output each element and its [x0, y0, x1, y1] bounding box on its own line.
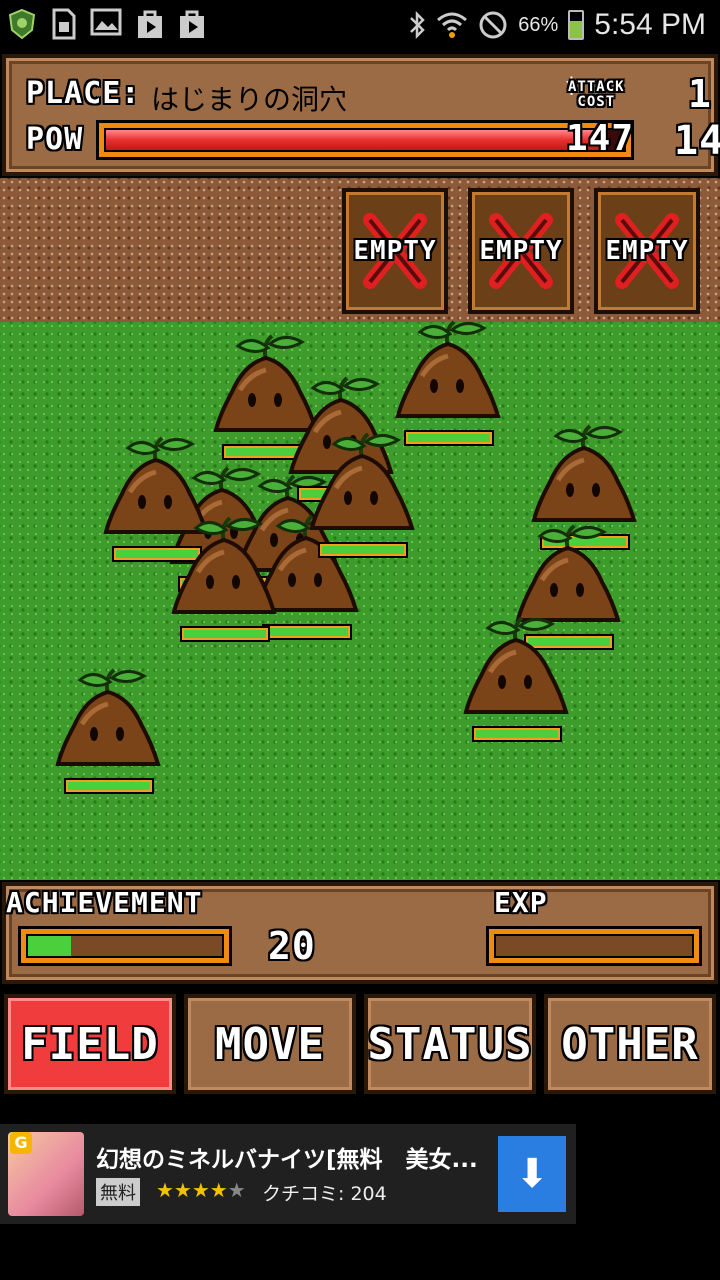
monster-hp-bar — [472, 726, 562, 742]
ad-review-count: クチコミ: 204 — [262, 1183, 387, 1205]
monster-hp-bar — [180, 626, 270, 642]
monster-hp-bar — [64, 778, 154, 794]
sim-card-icon — [48, 8, 80, 40]
wifi-icon — [437, 12, 468, 38]
download-icon[interactable]: ⬇ — [498, 1136, 566, 1212]
sprout-monster[interactable] — [306, 428, 418, 558]
pow-label: POW — [26, 122, 84, 157]
battery-percent: 66% — [518, 13, 559, 36]
play-store-icon — [134, 8, 166, 40]
attack-cost-max: 14 — [674, 118, 720, 164]
ad-banner[interactable]: G 幻想のミネルバナイツ[無料 美女... 無料 ★★★★★ クチコミ: 204… — [0, 1124, 576, 1224]
party-slot[interactable]: EMPTY — [342, 188, 448, 314]
clock: 5:54 PM — [594, 8, 706, 41]
image-icon — [90, 8, 122, 40]
attack-cost-label: ATTACK COST — [568, 79, 625, 110]
tab-status[interactable]: STATUS — [364, 994, 536, 1094]
slot-label: EMPTY — [605, 236, 689, 266]
ad-free-badge: 無料 — [96, 1178, 140, 1206]
no-sound-icon — [479, 11, 507, 39]
tab-other[interactable]: OTHER — [544, 994, 716, 1094]
sprout-monster[interactable] — [392, 316, 504, 446]
party-slot[interactable]: EMPTY — [594, 188, 700, 314]
header-panel: PLACE: はじまりの洞穴 POW 147 † ATTACK COST 1 1… — [2, 54, 720, 176]
bluetooth-icon — [410, 10, 426, 40]
tab-field[interactable]: FIELD — [4, 994, 176, 1094]
achievement-label: ACHIEVEMENT — [6, 886, 203, 919]
battery-icon — [568, 10, 585, 40]
sprout-monster[interactable] — [460, 612, 572, 742]
place-name: はじまりの洞穴 — [151, 83, 348, 116]
slot-label: EMPTY — [479, 236, 563, 266]
ad-logo-icon: G — [10, 1132, 32, 1154]
play-store-icon — [176, 8, 208, 40]
pow-value: 147 — [566, 118, 635, 159]
sprout-monster[interactable] — [52, 664, 164, 794]
exp-label: EXP — [494, 886, 548, 919]
pow-bar-fill — [106, 130, 609, 150]
monster-hp-bar — [318, 542, 408, 558]
achievement-value: 20 — [268, 924, 316, 968]
monster-hp-bar — [404, 430, 494, 446]
party-slot[interactable]: EMPTY — [468, 188, 574, 314]
shield-app-icon — [6, 8, 38, 40]
exp-bar — [486, 926, 702, 966]
status-bar: 66% 5:54 PM — [0, 0, 720, 50]
pow-bar — [96, 120, 634, 160]
achievement-bar — [18, 926, 232, 966]
sprout-monster[interactable] — [168, 512, 280, 642]
place-label: PLACE: — [26, 76, 141, 111]
ad-rating-stars: ★★★★★ — [156, 1178, 246, 1202]
ad-title: 幻想のミネルバナイツ[無料 美女... — [96, 1147, 478, 1173]
tab-move[interactable]: MOVE — [184, 994, 356, 1094]
slot-label: EMPTY — [353, 236, 437, 266]
attack-cost-current: 1 — [688, 72, 712, 116]
